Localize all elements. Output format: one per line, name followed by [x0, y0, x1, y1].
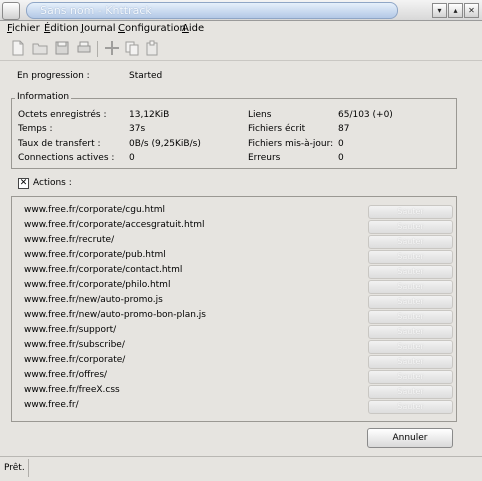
- action-url: www.free.fr/subscribe/: [24, 340, 125, 350]
- time-label: Temps :: [18, 124, 53, 134]
- action-url: www.free.fr/corporate/contact.html: [24, 265, 183, 275]
- transfer-rate-value: 0B/s (9,25KiB/s): [129, 139, 201, 149]
- progress-value: Started: [129, 71, 163, 81]
- print-icon[interactable]: [76, 40, 92, 56]
- actions-label: Actions :: [33, 178, 72, 188]
- skip-button[interactable]: Sauter: [368, 355, 453, 369]
- files-written-label: Fichiers écrit: [248, 124, 306, 134]
- bytes-saved-label: Octets enregistrés :: [18, 110, 107, 120]
- action-url: www.free.fr/corporate/philo.html: [24, 280, 171, 290]
- copy-icon[interactable]: [124, 40, 140, 56]
- skip-button[interactable]: Sauter: [368, 370, 453, 384]
- menu-label: onfiguration: [124, 23, 186, 34]
- status-text: Prêt.: [4, 463, 25, 473]
- links-value: 65/103 (+0): [338, 110, 393, 120]
- action-url: www.free.fr/support/: [24, 325, 117, 335]
- minimize-icon[interactable]: ▾: [432, 3, 447, 18]
- status-bar: [0, 456, 482, 481]
- toolbar: [0, 38, 482, 61]
- skip-button[interactable]: Sauter: [368, 310, 453, 324]
- menu-fichier[interactable]: Fichier: [7, 23, 40, 34]
- menu-label: ide: [188, 23, 205, 34]
- errors-label: Erreurs: [248, 153, 281, 163]
- action-url: www.free.fr/offres/: [24, 370, 108, 380]
- skip-button[interactable]: Sauter: [368, 235, 453, 249]
- skip-button[interactable]: Sauter: [368, 400, 453, 414]
- menu-journal[interactable]: Journal: [81, 23, 116, 34]
- menu-mnemonic: C: [118, 23, 125, 34]
- files-updated-label: Fichiers mis-à-jour:: [248, 139, 334, 149]
- maximize-icon[interactable]: ▴: [448, 3, 463, 18]
- time-value: 37s: [129, 124, 146, 134]
- action-url: www.free.fr/corporate/pub.html: [24, 250, 166, 260]
- menu-label: dition: [50, 23, 79, 34]
- progress-label: En progression :: [17, 71, 90, 81]
- menu-label: ichier: [12, 23, 40, 34]
- files-written-value: 87: [338, 124, 350, 134]
- files-updated-value: 0: [338, 139, 344, 149]
- actions-checkbox[interactable]: ✕: [18, 178, 29, 189]
- errors-value: 0: [338, 153, 344, 163]
- action-url: www.free.fr/new/auto-promo-bon-plan.js: [24, 310, 206, 320]
- action-url: www.free.fr/new/auto-promo.js: [24, 295, 163, 305]
- paste-icon[interactable]: [144, 40, 160, 56]
- action-url: www.free.fr/recrute/: [24, 235, 115, 245]
- menu-edition[interactable]: Édition: [44, 23, 79, 34]
- action-url: www.free.fr/: [24, 400, 79, 410]
- close-icon[interactable]: ✕: [464, 3, 479, 18]
- skip-button[interactable]: Sauter: [368, 250, 453, 264]
- active-connections-value: 0: [129, 153, 135, 163]
- action-url: www.free.fr/freeX.css: [24, 385, 120, 395]
- skip-button[interactable]: Sauter: [368, 385, 453, 399]
- skip-button[interactable]: Sauter: [368, 205, 453, 219]
- active-connections-label: Connections actives :: [18, 153, 115, 163]
- cancel-button[interactable]: Annuler: [367, 428, 453, 448]
- save-icon[interactable]: [54, 40, 70, 56]
- window-title: Sans nom - Khttrack: [40, 4, 152, 17]
- menu-aide[interactable]: Aide: [182, 23, 204, 34]
- skip-button[interactable]: Sauter: [368, 265, 453, 279]
- skip-button[interactable]: Sauter: [368, 295, 453, 309]
- information-title: Information: [15, 92, 72, 102]
- bytes-saved-value: 13,12KiB: [129, 110, 170, 120]
- action-url: www.free.fr/corporate/: [24, 355, 126, 365]
- skip-button[interactable]: Sauter: [368, 280, 453, 294]
- status-separator: [28, 459, 29, 477]
- skip-button[interactable]: Sauter: [368, 220, 453, 234]
- new-document-icon[interactable]: [10, 40, 26, 56]
- menu-label: ournal: [83, 23, 116, 34]
- action-url: www.free.fr/corporate/accesgratuit.html: [24, 220, 205, 230]
- menu-mnemonic: A: [182, 23, 189, 34]
- window-menu-icon[interactable]: [2, 2, 20, 20]
- action-url: www.free.fr/corporate/cgu.html: [24, 205, 166, 215]
- links-label: Liens: [248, 110, 272, 120]
- open-folder-icon[interactable]: [32, 40, 48, 56]
- toolbar-separator: [97, 41, 98, 57]
- transfer-rate-label: Taux de transfert :: [18, 139, 101, 149]
- skip-button[interactable]: Sauter: [368, 340, 453, 354]
- skip-button[interactable]: Sauter: [368, 325, 453, 339]
- menu-configuration[interactable]: Configuration: [118, 23, 186, 34]
- move-icon[interactable]: [104, 40, 120, 56]
